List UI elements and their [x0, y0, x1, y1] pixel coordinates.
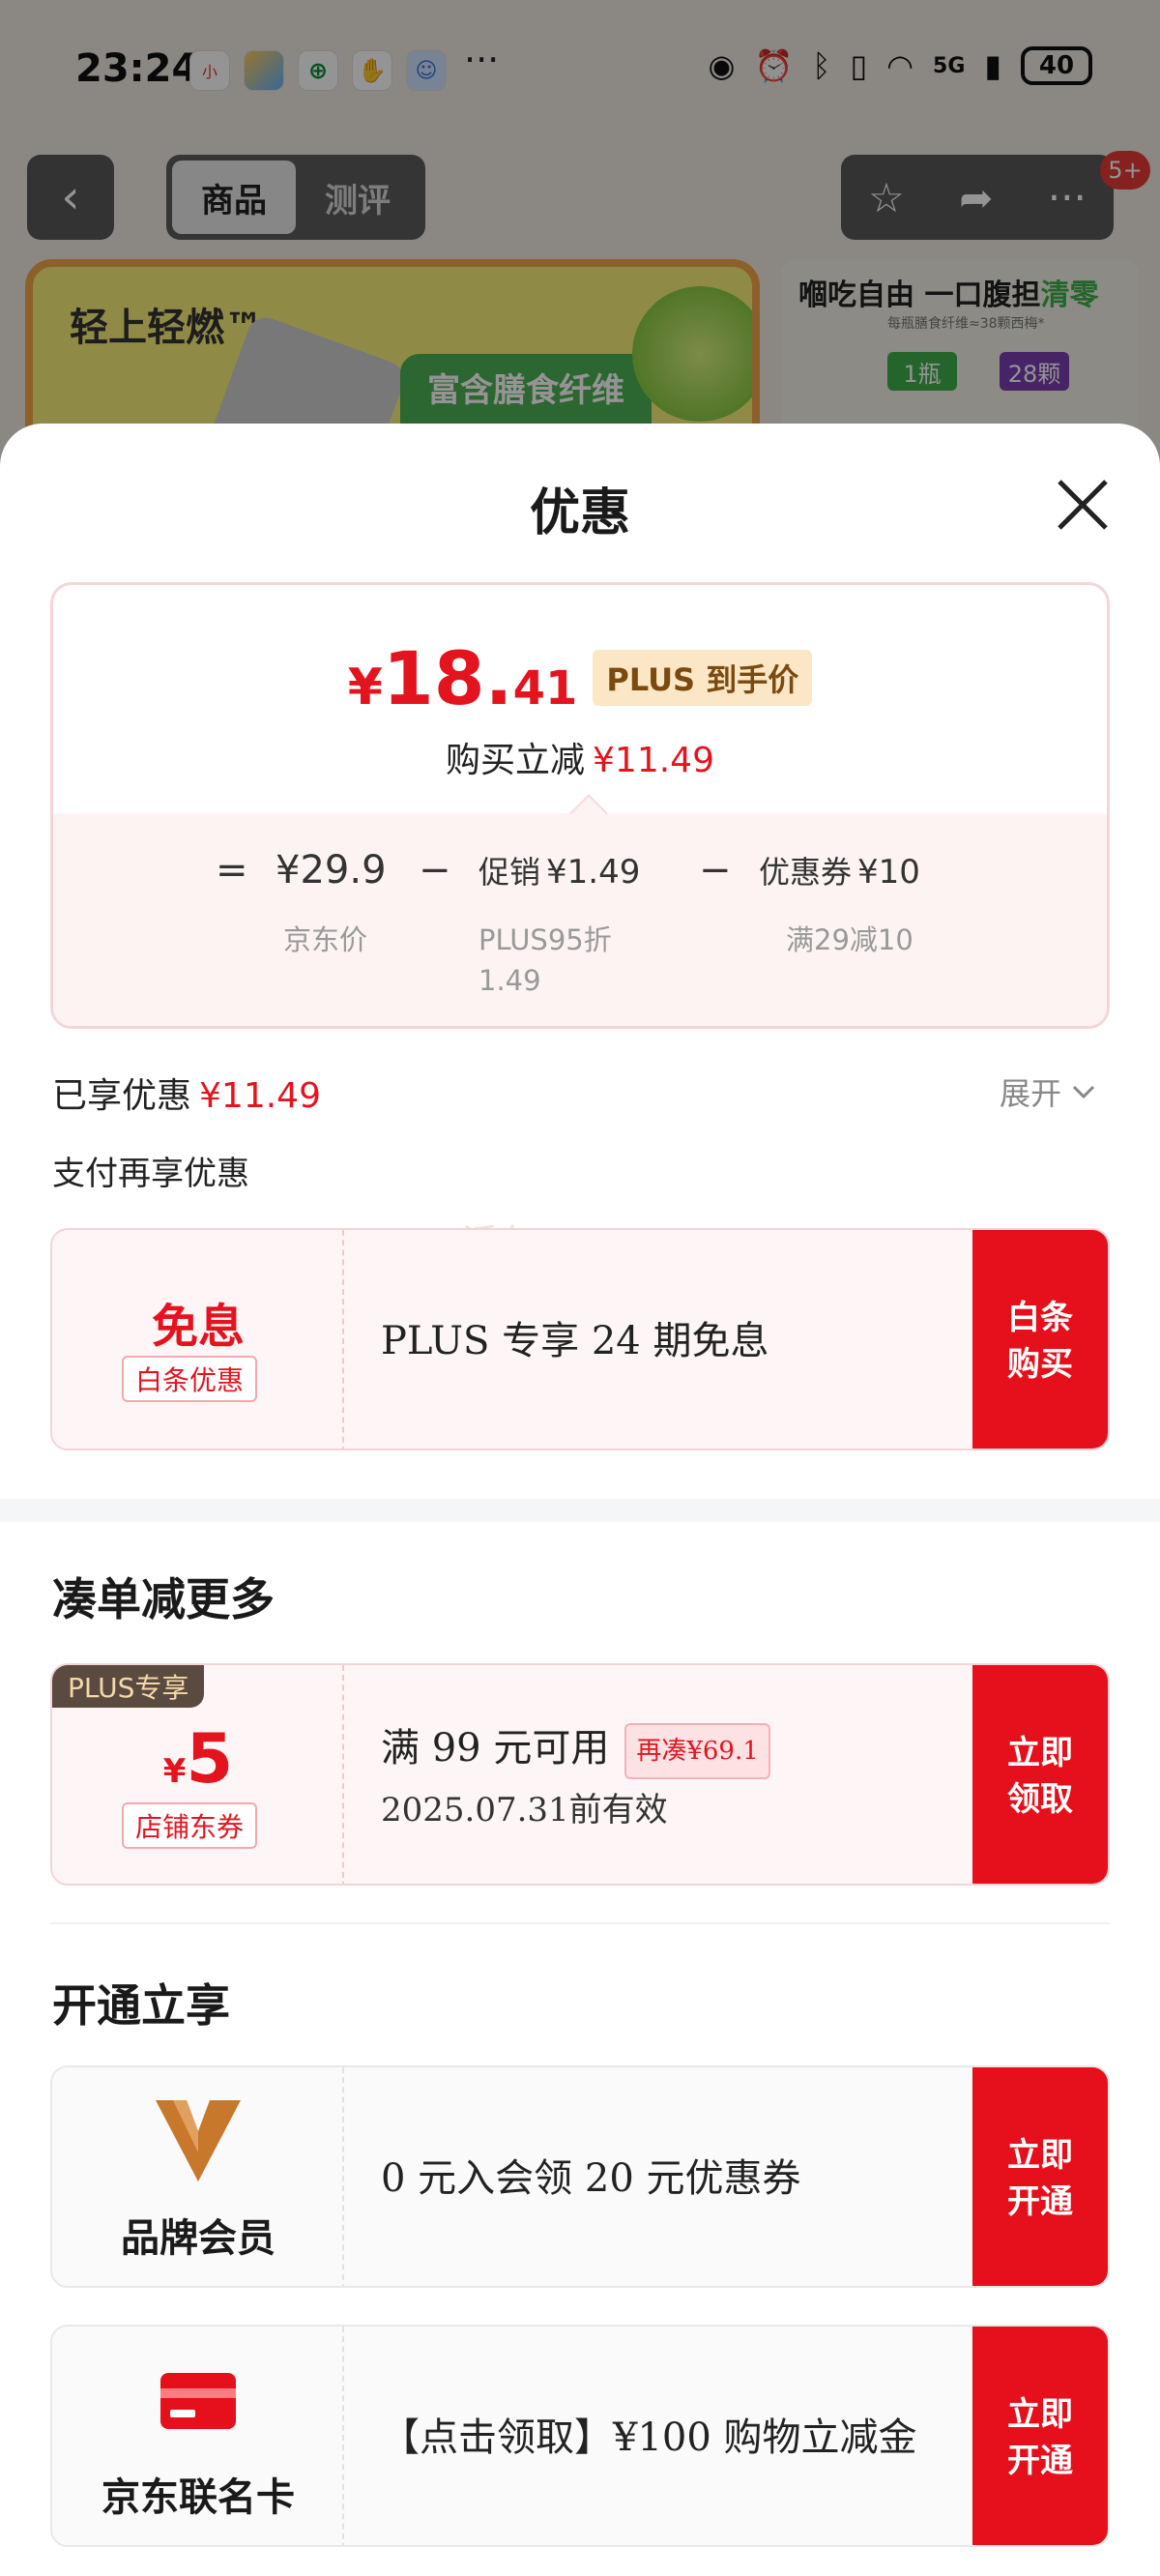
- baitiao-left: 免息 白条优惠: [52, 1230, 344, 1449]
- brand-member-label: 品牌会员: [121, 2215, 276, 2261]
- close-button[interactable]: [1044, 466, 1121, 543]
- pay-extra-title: 支付再享优惠: [52, 1155, 249, 1193]
- equals-sign: =: [216, 848, 248, 893]
- jd-card-left: 京东联名卡: [52, 2327, 344, 2545]
- store-coupon-left: PLUS专享 ¥5 店铺东券: [52, 1665, 344, 1884]
- coupon-amount: ¥5: [52, 1719, 344, 1799]
- final-price: ¥ 18. 41: [348, 635, 578, 721]
- plus-exclusive-tag: PLUS专享: [52, 1665, 205, 1708]
- store-coupon-tag: 店铺东券: [122, 1802, 258, 1849]
- purchase-reduction: 购买立减 ¥11.49: [53, 732, 1107, 782]
- plus-price-tag: PLUS 到手价: [593, 650, 813, 706]
- expand-label: 展开: [1000, 1075, 1062, 1112]
- enjoyed-value: ¥11.49: [199, 1076, 321, 1116]
- coupon-label: 优惠券: [759, 854, 853, 891]
- enjoyed-discount: 已享优惠 ¥11.49: [52, 1068, 321, 1118]
- baitiao-offer-card: 免息 白条优惠 PLUS 专享 24 期免息 白条购买: [50, 1228, 1110, 1450]
- coupon-detail: 满29减10: [786, 923, 914, 956]
- section-open-title: 开通立享: [52, 1979, 230, 2032]
- claim-coupon-button[interactable]: 立即领取: [972, 1665, 1108, 1884]
- jd-card-label: 京东联名卡: [102, 2474, 295, 2520]
- final-price-row: ¥ 18. 41 PLUS 到手价: [53, 635, 1107, 721]
- store-coupon-card: PLUS专享 ¥5 店铺东券 满 99 元可用 再凑¥69.1 2025.07.3…: [50, 1663, 1110, 1886]
- promo-value: ¥1.49: [546, 853, 641, 892]
- jd-card-offer: 京东联名卡 【点击领取】¥100 购物立减金 立即开通: [50, 2325, 1110, 2547]
- jd-card-desc: 【点击领取】¥100 购物立减金: [381, 2327, 971, 2545]
- thin-divider: [50, 1922, 1110, 1924]
- price-currency: ¥: [347, 659, 383, 717]
- price-breakdown-card: ¥ 18. 41 PLUS 到手价 购买立减 ¥11.49 = ¥29.9 京东价…: [50, 582, 1110, 1029]
- price-integer: 18.: [382, 635, 513, 721]
- price-decimal: 41: [512, 661, 578, 716]
- promo-item: 促销 ¥1.49: [478, 848, 640, 893]
- brand-member-desc: 0 元入会领 20 元优惠券: [381, 2067, 971, 2286]
- baitiao-main-text: PLUS 专享 24 期免息: [381, 1319, 769, 1363]
- store-coupon-desc: 满 99 元可用 再凑¥69.1 2025.07.31前有效: [381, 1665, 971, 1884]
- reduction-label: 购买立减: [446, 741, 586, 780]
- brand-member-text: 0 元入会领 20 元优惠券: [381, 2156, 801, 2201]
- price-formula: = ¥29.9 京东价 − 促销 ¥1.49 PLUS95折 1.49 − 优惠券 ¥…: [53, 813, 1107, 1026]
- promo-detail: PLUS95折 1.49: [478, 920, 612, 1001]
- store-coupon-expiry: 2025.07.31前有效: [381, 1791, 668, 1830]
- store-coupon-condition-text: 满 99 元可用: [381, 1726, 610, 1771]
- brand-member-logo-icon: [156, 2100, 241, 2181]
- chevron-down-icon: [1072, 1085, 1095, 1099]
- jd-card-text: 【点击领取】¥100 购物立减金: [381, 2415, 917, 2460]
- reduction-value: ¥11.49: [593, 741, 714, 780]
- close-icon: [1058, 480, 1108, 530]
- open-member-button[interactable]: 立即开通: [972, 2067, 1108, 2286]
- store-coupon-condition: 满 99 元可用 再凑¥69.1: [381, 1722, 971, 1779]
- promo-label: 促销: [478, 854, 541, 891]
- coupon-item: 优惠券 ¥10: [759, 848, 920, 893]
- promo-detail-line1: PLUS95折: [478, 923, 612, 956]
- expand-toggle[interactable]: 展开: [1000, 1069, 1098, 1114]
- promo-detail-line2: 1.49: [478, 964, 541, 997]
- final-price-area: ¥ 18. 41 PLUS 到手价 购买立减 ¥11.49: [53, 585, 1107, 813]
- credit-card-icon: [160, 2373, 236, 2429]
- section-combine-title: 凑单减更多: [52, 1573, 275, 1625]
- coupon-amount-value: 5: [186, 1719, 234, 1799]
- coupon-value: ¥10: [857, 853, 920, 892]
- baitiao-desc: PLUS 专享 24 期免息: [381, 1230, 971, 1449]
- interest-free-title: 免息: [151, 1300, 245, 1354]
- minus-sign-2: −: [699, 848, 732, 893]
- section-divider: [0, 1499, 1160, 1522]
- jd-price: ¥29.9: [276, 848, 387, 893]
- add-more-tag: 再凑¥69.1: [624, 1723, 770, 1779]
- enjoyed-label: 已享优惠: [52, 1076, 192, 1116]
- brand-member-card: 品牌会员 0 元入会领 20 元优惠券 立即开通: [50, 2065, 1110, 2288]
- sheet-title: 优惠: [529, 484, 630, 542]
- coupon-amount-currency: ¥: [162, 1752, 187, 1791]
- brand-member-left: 品牌会员: [52, 2067, 344, 2286]
- baitiao-tag: 白条优惠: [122, 1356, 258, 1402]
- jd-price-label: 京东价: [283, 923, 368, 956]
- minus-sign: −: [419, 848, 451, 893]
- baitiao-buy-button[interactable]: 白条购买: [972, 1230, 1108, 1449]
- open-card-button[interactable]: 立即开通: [972, 2327, 1108, 2545]
